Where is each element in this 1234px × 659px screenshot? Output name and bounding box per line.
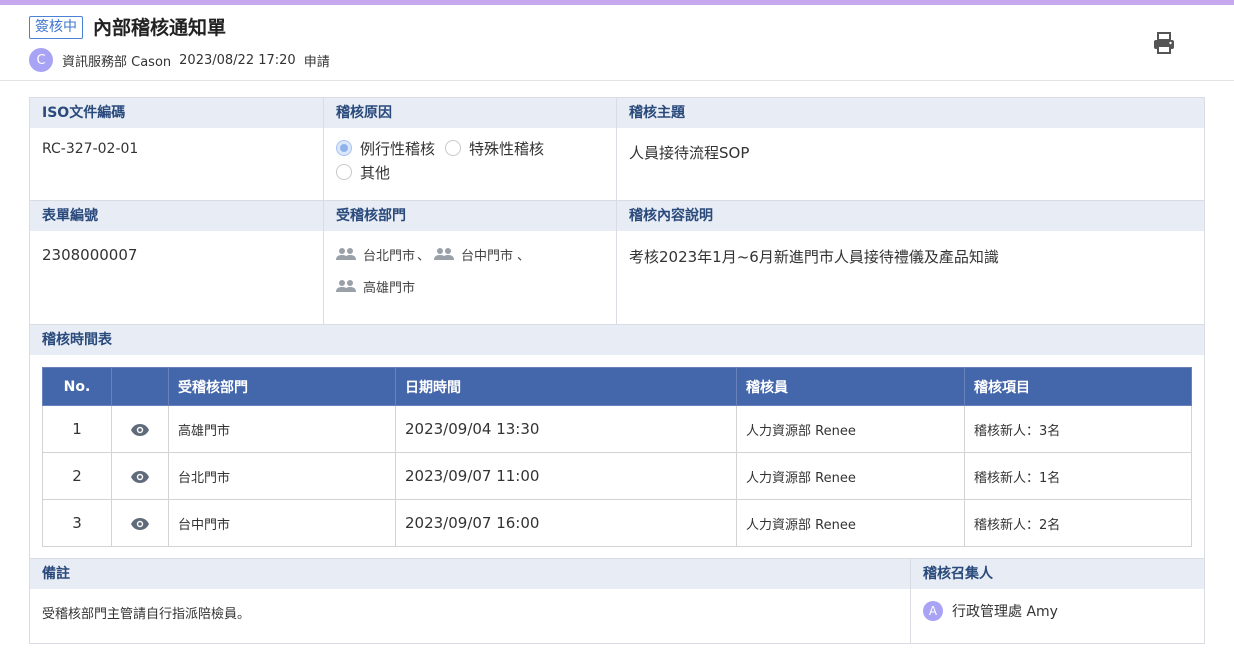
convener-name: 行政管理處 Amy	[952, 604, 1058, 620]
view-cell	[111, 405, 169, 453]
row-datetime: 2023/09/07 16:00	[395, 499, 737, 547]
schedule-table: No. 受稽核部門 日期時間 稽核員 稽核項目 1 高雄門市 2023/09/0…	[42, 367, 1192, 547]
row-item: 稽核新人：1名	[964, 452, 1192, 500]
dept-separator: 、	[417, 248, 431, 264]
row-auditor: 人力資源部 Renee	[736, 405, 965, 453]
status-badge: 簽核中	[29, 16, 83, 39]
table-header-row: No. 受稽核部門 日期時間 稽核員 稽核項目	[42, 367, 1192, 406]
reason-option-special[interactable]: 特殊性稽核	[445, 138, 544, 159]
convener-value: A 行政管理處 Amy	[911, 589, 1204, 633]
radio-special-label: 特殊性稽核	[469, 139, 545, 158]
topic-label: 稽核主題	[617, 98, 1204, 128]
eye-icon[interactable]	[131, 517, 149, 530]
view-cell	[111, 499, 169, 547]
radio-routine-label: 例行性稽核	[360, 139, 436, 158]
eye-icon[interactable]	[131, 423, 149, 436]
reason-option-other[interactable]: 其他	[336, 162, 390, 183]
description-value: 考核2023年1月~6月新進門市人員接待禮儀及產品知識	[629, 248, 999, 266]
col-dept: 受稽核部門	[168, 367, 396, 406]
remark-cell: 備註 受稽核部門主管請自行指派陪檢員。	[30, 559, 911, 643]
form-row-2: 表單編號 2308000007 受稽核部門 台北門市 、 台中門市 、 高雄門市	[30, 201, 1204, 325]
dept-tag: 台北門市	[363, 248, 416, 264]
col-datetime: 日期時間	[395, 367, 737, 406]
reason-cell: 稽核原因 例行性稽核 特殊性稽核 其他	[324, 98, 617, 200]
people-icon	[336, 280, 356, 292]
avatar: C	[29, 48, 53, 72]
row-no: 3	[42, 499, 112, 547]
reason-option-routine[interactable]: 例行性稽核	[336, 138, 435, 159]
dept-separator: 、	[517, 248, 531, 264]
description-label: 稽核內容說明	[617, 201, 1204, 231]
dept-tag: 高雄門市	[363, 280, 416, 296]
schedule-label: 稽核時間表	[30, 325, 1204, 355]
reason-label: 稽核原因	[324, 98, 616, 128]
table-row: 1 高雄門市 2023/09/04 13:30 人力資源部 Renee 稽核新人…	[42, 405, 1192, 453]
row-auditor: 人力資源部 Renee	[736, 499, 965, 547]
eye-icon[interactable]	[131, 470, 149, 483]
radio-other[interactable]	[336, 164, 352, 180]
col-view	[111, 367, 169, 406]
remark-label: 備註	[30, 559, 910, 589]
avatar: A	[923, 601, 943, 621]
row-auditor: 人力資源部 Renee	[736, 452, 965, 500]
iso-label: ISO文件編碼	[30, 98, 323, 128]
reason-options: 例行性稽核 特殊性稽核 其他	[324, 128, 616, 192]
departments-list: 台北門市 、 台中門市 、 高雄門市	[324, 231, 616, 302]
apply-action: 申請	[303, 54, 330, 70]
radio-routine[interactable]	[336, 140, 352, 156]
table-row: 3 台中門市 2023/09/07 16:00 人力資源部 Renee 稽核新人…	[42, 499, 1192, 547]
row-item: 稽核新人：3名	[964, 405, 1192, 453]
convener-cell: 稽核召集人 A 行政管理處 Amy	[911, 559, 1204, 643]
table-row: 2 台北門市 2023/09/07 11:00 人力資源部 Renee 稽核新人…	[42, 452, 1192, 500]
description-cell: 稽核內容說明 考核2023年1月~6月新進門市人員接待禮儀及產品知識	[617, 201, 1204, 324]
topic-value: 人員接待流程SOP	[629, 144, 750, 162]
people-icon	[434, 248, 455, 260]
people-icon	[336, 248, 356, 260]
topic-cell: 稽核主題 人員接待流程SOP	[617, 98, 1204, 200]
remark-value: 受稽核部門主管請自行指派陪檢員。	[42, 607, 251, 622]
departments-label: 受稽核部門	[324, 201, 616, 231]
row-dept: 台中門市	[168, 499, 396, 547]
page-title: 內部稽核通知單	[93, 17, 227, 39]
row-item: 稽核新人：2名	[964, 499, 1192, 547]
form-row-4: 備註 受稽核部門主管請自行指派陪檢員。 稽核召集人 A 行政管理處 Amy	[30, 559, 1204, 643]
convener-label: 稽核召集人	[911, 559, 1204, 589]
iso-value: RC-327-02-01	[42, 141, 139, 157]
form-no-cell: 表單編號 2308000007	[30, 201, 324, 324]
form-no-value: 2308000007	[42, 246, 138, 264]
audit-form: ISO文件編碼 RC-327-02-01 稽核原因 例行性稽核 特殊性稽核 其他…	[29, 97, 1205, 644]
print-icon[interactable]	[1150, 29, 1178, 57]
row-no: 2	[42, 452, 112, 500]
dept-tag: 台中門市	[461, 248, 514, 264]
row-datetime: 2023/09/04 13:30	[395, 405, 737, 453]
radio-other-label: 其他	[360, 163, 391, 182]
col-auditor: 稽核員	[736, 367, 965, 406]
col-item: 稽核項目	[964, 367, 1192, 406]
form-row-1: ISO文件編碼 RC-327-02-01 稽核原因 例行性稽核 特殊性稽核 其他…	[30, 98, 1204, 201]
row-dept: 高雄門市	[168, 405, 396, 453]
iso-cell: ISO文件編碼 RC-327-02-01	[30, 98, 324, 200]
applicant-name: 資訊服務部 Cason	[62, 54, 172, 70]
schedule-section: 稽核時間表 No. 受稽核部門 日期時間 稽核員 稽核項目 1 高雄門市 202…	[30, 325, 1204, 559]
radio-special[interactable]	[445, 140, 462, 156]
form-no-label: 表單編號	[30, 201, 323, 231]
applicant-info: C 資訊服務部 Cason 2023/08/22 17:20 申請	[29, 48, 330, 72]
page-header: 簽核中 內部稽核通知單 C 資訊服務部 Cason 2023/08/22 17:…	[0, 5, 1234, 81]
apply-datetime: 2023/08/22 17:20	[179, 52, 296, 68]
col-no: No.	[42, 367, 112, 406]
row-dept: 台北門市	[168, 452, 396, 500]
row-no: 1	[42, 405, 112, 453]
view-cell	[111, 452, 169, 500]
row-datetime: 2023/09/07 11:00	[395, 452, 737, 500]
departments-cell: 受稽核部門 台北門市 、 台中門市 、 高雄門市	[324, 201, 617, 324]
